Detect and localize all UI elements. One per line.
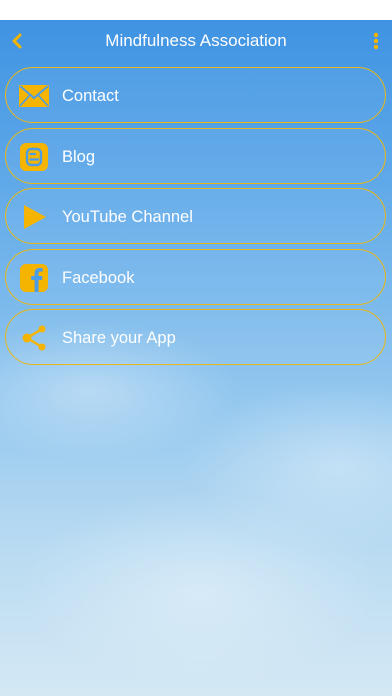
share-icon (18, 322, 50, 354)
more-vertical-icon (373, 32, 379, 50)
menu-item-contact[interactable]: Contact (5, 67, 386, 123)
navigation-bar: Mindfulness Association (0, 20, 392, 62)
menu-item-facebook[interactable]: Facebook (5, 248, 386, 305)
menu-item-label: Facebook (62, 268, 135, 287)
app-screen: Mindfulness Association Contact Blog You… (0, 20, 392, 696)
menu-item-label: Blog (62, 147, 96, 166)
menu-item-label: YouTube Channel (62, 208, 193, 226)
play-icon (18, 201, 50, 233)
blogger-icon (18, 141, 50, 173)
mail-icon (18, 80, 50, 112)
chevron-left-icon (12, 33, 22, 49)
back-button[interactable] (6, 28, 28, 54)
menu-item-youtube-channel[interactable]: YouTube Channel (5, 188, 386, 244)
menu-item-label: Share your App (62, 329, 176, 347)
cloud-decoration (20, 490, 380, 690)
menu-item-blog[interactable]: Blog (5, 127, 386, 184)
status-bar (0, 0, 392, 20)
menu-item-share-your-app[interactable]: Share your App (5, 309, 386, 365)
more-options-button[interactable] (368, 28, 384, 54)
facebook-icon (18, 262, 50, 294)
page-title: Mindfulness Association (105, 31, 287, 50)
menu-list: Contact Blog YouTube Channel Facebook Sh… (5, 67, 386, 370)
menu-item-label: Contact (62, 87, 119, 105)
